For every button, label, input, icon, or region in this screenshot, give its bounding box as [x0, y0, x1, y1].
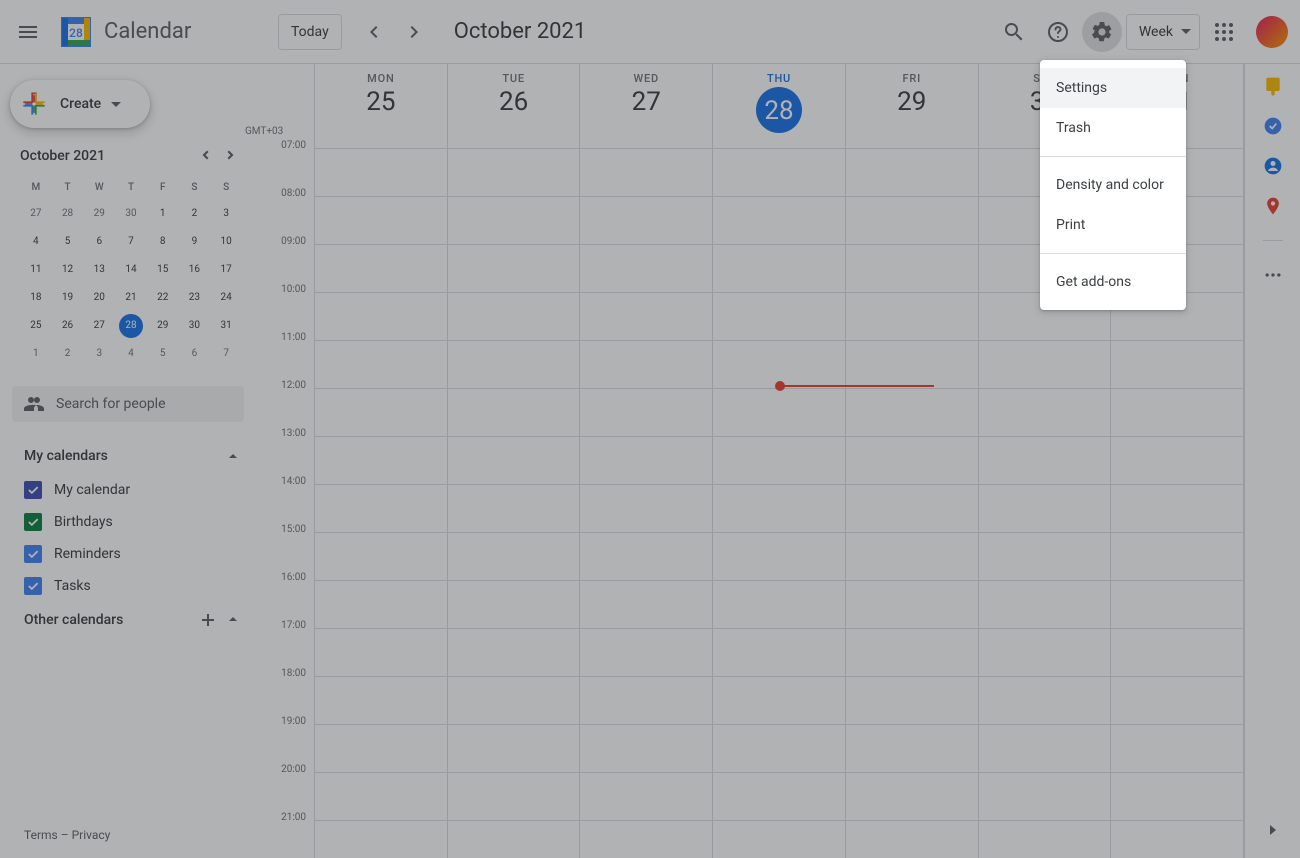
menu-item[interactable]: Print: [1040, 205, 1186, 245]
menu-item[interactable]: Trash: [1040, 108, 1186, 148]
menu-item[interactable]: Get add-ons: [1040, 262, 1186, 302]
settings-menu: SettingsTrash Density and colorPrint Get a…: [1040, 60, 1186, 310]
menu-item[interactable]: Settings: [1040, 68, 1186, 108]
menu-item[interactable]: Density and color: [1040, 165, 1186, 205]
